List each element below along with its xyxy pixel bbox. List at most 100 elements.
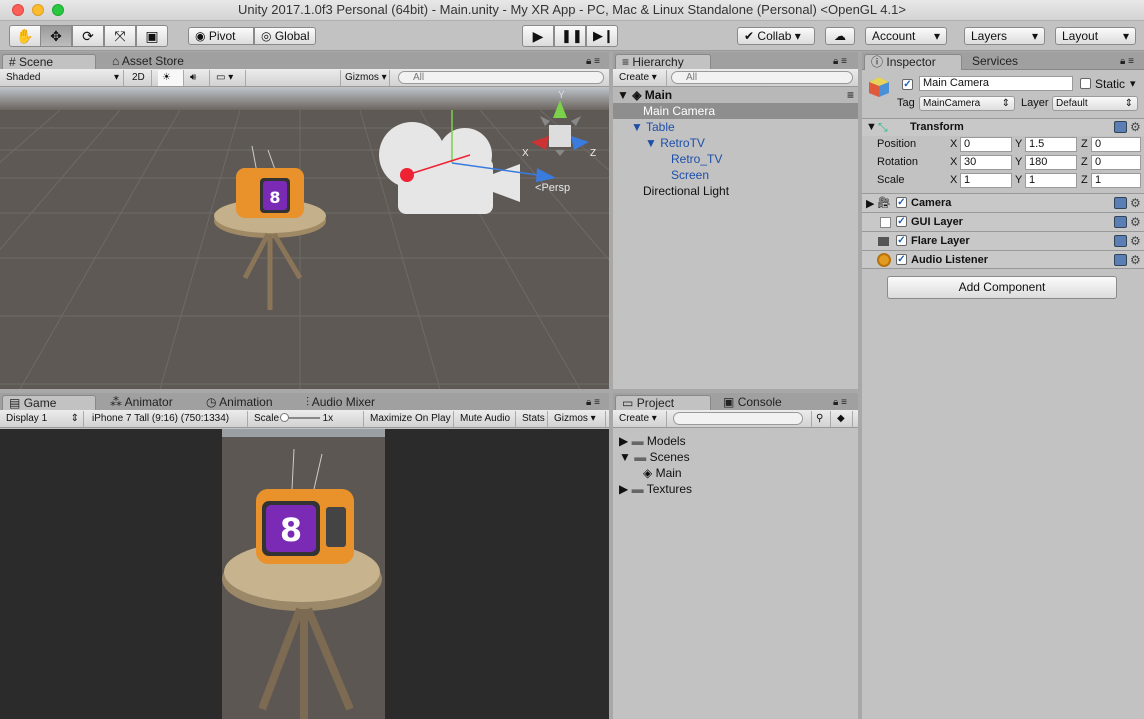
close-window-button[interactable] [12,4,24,16]
component-flare-layer[interactable]: ✓ Flare Layer ⚙ [862,231,1144,250]
filter-label-icon[interactable]: ◆ [833,411,853,427]
component-camera[interactable]: ▶ 🎥︎ ✓ Camera ⚙ [862,193,1144,212]
gui-layer-enabled-checkbox[interactable]: ✓ [896,216,907,227]
layers-dropdown[interactable]: Layers ▾ [964,27,1045,45]
hierarchy-item-screen[interactable]: Screen [613,167,858,183]
hand-tool-icon[interactable]: ✋ [9,25,41,47]
help-book-icon[interactable] [1114,197,1127,209]
lock-icon[interactable]: 🔒︎ ≡ [1114,54,1140,70]
scene-menu-icon[interactable]: ≡ [847,87,854,103]
lock-icon[interactable]: 🔒︎ ≡ [827,395,853,411]
project-create-dropdown[interactable]: Create ▾ [615,411,667,427]
stats-toggle[interactable]: Stats [518,411,548,427]
pause-button[interactable]: ❚❚ [554,25,586,47]
gear-icon[interactable]: ⚙ [1130,253,1141,267]
move-tool-icon[interactable]: ✥ [40,25,72,47]
project-search-input[interactable] [673,412,803,425]
scene-gizmos-dropdown[interactable]: Gizmos ▾ [340,70,390,86]
scale-slider[interactable]: Scale 1x [250,411,364,427]
active-checkbox[interactable]: ✓ [902,79,913,90]
tab-game[interactable]: ▤ Game [2,395,96,411]
transform-header[interactable]: ▼ ⤡ Transform ⚙ [862,118,1144,136]
pivot-toggle-button[interactable]: ◉ Pivot [188,27,254,45]
account-dropdown[interactable]: Account ▾ [865,27,947,45]
hierarchy-item-table[interactable]: ▼ Table [613,119,858,135]
lock-icon[interactable]: 🔒︎ ≡ [827,54,853,70]
scene-search-input[interactable]: All [398,71,604,84]
rect-tool-icon[interactable]: ▣ [136,25,168,47]
rotate-tool-icon[interactable]: ⟳ [72,25,104,47]
tab-scene[interactable]: # Scene [2,54,96,70]
tab-animation[interactable]: ◷ Animation [200,395,279,411]
mute-audio-toggle[interactable]: Mute Audio [456,411,516,427]
persp-label[interactable]: <Persp [535,182,570,194]
gear-icon[interactable]: ⚙ [1130,215,1141,229]
audio-listener-enabled-checkbox[interactable]: ✓ [896,254,907,265]
position-x-field[interactable]: 0 [960,137,1012,152]
position-y-field[interactable]: 1.5 [1025,137,1077,152]
help-book-icon[interactable] [1114,254,1127,266]
hierarchy-item-retrotv[interactable]: ▼ RetroTV [613,135,858,151]
scale-thumb[interactable] [279,413,289,423]
hierarchy-item-retro-tv[interactable]: Retro_TV [613,151,858,167]
hierarchy-create-dropdown[interactable]: Create ▾ [615,70,667,86]
camera-enabled-checkbox[interactable]: ✓ [896,197,907,208]
flare-layer-enabled-checkbox[interactable]: ✓ [896,235,907,246]
tab-animator[interactable]: ⁂ Animator [104,395,179,411]
audio-toggle-icon[interactable]: 🔊︎ [186,70,210,86]
filter-type-icon[interactable]: ⚲ [811,411,831,427]
gear-icon[interactable]: ⚙ [1130,234,1141,248]
gear-icon[interactable]: ⚙ [1130,196,1141,210]
hierarchy-item-directional-light[interactable]: Directional Light [613,183,858,199]
foldout-arrow-icon[interactable]: ▶ [866,197,874,210]
play-button[interactable]: ▶ [522,25,554,47]
scene-root-item[interactable]: ▼ ◈ Main ≡ [613,87,858,103]
chevron-down-icon[interactable]: ▾ [1130,77,1136,90]
project-folder-textures[interactable]: ▶ ▬ Textures [613,481,858,497]
cloud-button[interactable]: ☁ [825,27,855,45]
collab-button[interactable]: ✔ Collab ▾ [737,27,815,45]
resolution-dropdown[interactable]: iPhone 7 Tall (9:16) (750:1334) [88,411,248,427]
hierarchy-search-input[interactable]: All [671,71,853,84]
add-component-button[interactable]: Add Component [887,276,1117,299]
lock-icon[interactable]: 🔒︎ ≡ [580,54,606,70]
global-toggle-button[interactable]: ◎ Global [254,27,316,45]
scale-y-field[interactable]: 1 [1025,173,1077,188]
tab-console[interactable]: ▣ Console [717,395,788,411]
game-gizmos-dropdown[interactable]: Gizmos ▾ [550,411,606,427]
layout-dropdown[interactable]: Layout ▾ [1055,27,1136,45]
rotation-y-field[interactable]: 180 [1025,155,1077,170]
scene-viewport[interactable]: 8 Y X Z <Persp [0,88,609,389]
gear-icon[interactable]: ⚙ [1130,120,1141,134]
object-name-field[interactable]: Main Camera [919,76,1073,91]
foldout-arrow-icon[interactable]: ▼ [866,121,877,133]
minimize-window-button[interactable] [32,4,44,16]
tab-inspector[interactable]: ⓘ Inspector [864,54,962,70]
component-gui-layer[interactable]: ✓ GUI Layer ⚙ [862,212,1144,231]
project-item-main-scene[interactable]: ◈ Main [613,465,858,481]
position-z-field[interactable]: 0 [1091,137,1141,152]
tab-audio-mixer[interactable]: ⫶ Audio Mixer [300,395,381,411]
scale-x-field[interactable]: 1 [960,173,1012,188]
maximize-on-play-toggle[interactable]: Maximize On Play [366,411,454,427]
project-folder-scenes[interactable]: ▼ ▬ Scenes [613,449,858,465]
tab-hierarchy[interactable]: ≡ Hierarchy [615,54,711,70]
project-folder-models[interactable]: ▶ ▬ Models [613,433,858,449]
2d-toggle[interactable]: 2D [128,70,152,86]
effects-dropdown-icon[interactable]: ▭ ▾ [212,70,246,86]
display-dropdown[interactable]: Display 1 ⇕ [2,411,84,427]
game-viewport[interactable]: 8 [0,429,609,719]
scale-tool-icon[interactable]: ⤧ [104,25,136,47]
tab-services[interactable]: Services [966,54,1024,70]
tag-dropdown[interactable]: MainCamera ⇕ [919,96,1015,111]
shading-mode-dropdown[interactable]: Shaded ▾ [2,70,124,86]
scale-track[interactable] [279,413,320,423]
lighting-toggle-icon[interactable]: ☀ [158,70,184,86]
help-book-icon[interactable] [1114,216,1127,228]
tab-project[interactable]: ▭ Project [615,395,711,411]
layer-dropdown[interactable]: Default ⇕ [1052,96,1138,111]
help-book-icon[interactable] [1114,121,1127,133]
static-checkbox[interactable] [1080,78,1091,89]
help-book-icon[interactable] [1114,235,1127,247]
component-audio-listener[interactable]: ✓ Audio Listener ⚙ [862,250,1144,269]
